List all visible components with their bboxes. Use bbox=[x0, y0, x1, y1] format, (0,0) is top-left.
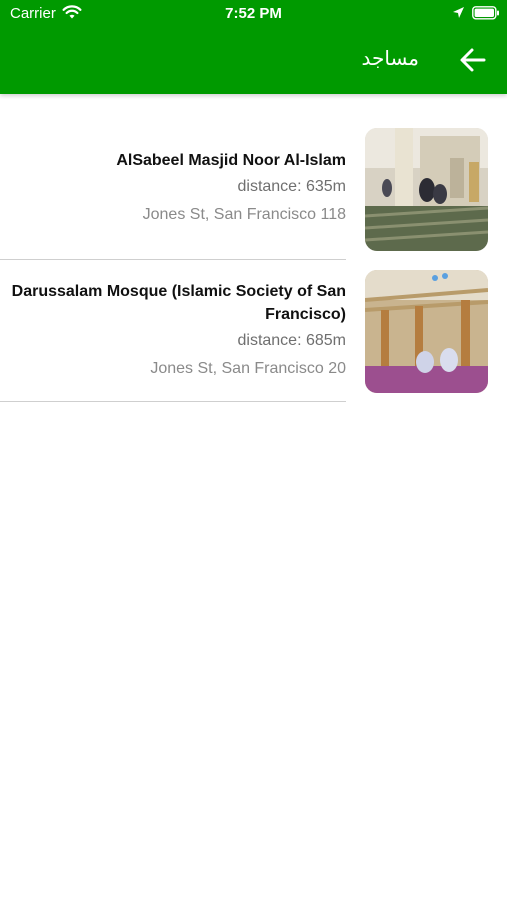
arrow-left-icon bbox=[460, 48, 486, 72]
page-title: مساجد bbox=[361, 46, 419, 70]
list-item[interactable]: Darussalam Mosque (Islamic Society of Sa… bbox=[0, 260, 507, 402]
mosque-photo bbox=[365, 270, 488, 393]
mosque-name: AlSabeel Masjid Noor Al-Islam bbox=[116, 152, 346, 169]
mosque-distance: distance: 685m bbox=[237, 332, 346, 349]
battery-icon bbox=[472, 6, 500, 24]
mosque-name: Darussalam Mosque (Islamic Society of Sa… bbox=[11, 283, 346, 323]
mosque-photo bbox=[365, 128, 488, 251]
back-button[interactable] bbox=[458, 46, 488, 74]
mosque-address: Jones St, San Francisco 118 bbox=[142, 206, 346, 223]
list-item[interactable]: AlSabeel Masjid Noor Al-Islam distance: … bbox=[0, 94, 507, 260]
mosque-address: Jones St, San Francisco 20 bbox=[150, 360, 346, 377]
status-time: 7:52 PM bbox=[225, 5, 282, 22]
status-bar: Carrier 7:52 PM bbox=[0, 0, 507, 28]
mosque-info: Darussalam Mosque (Islamic Society of Sa… bbox=[10, 280, 346, 380]
mosque-info: AlSabeel Masjid Noor Al-Islam distance: … bbox=[10, 149, 346, 226]
location-arrow-icon bbox=[452, 6, 465, 23]
mosque-distance: distance: 635m bbox=[237, 178, 346, 195]
row-divider bbox=[0, 401, 346, 402]
app-bar: Carrier 7:52 PM مساجد bbox=[0, 0, 507, 94]
